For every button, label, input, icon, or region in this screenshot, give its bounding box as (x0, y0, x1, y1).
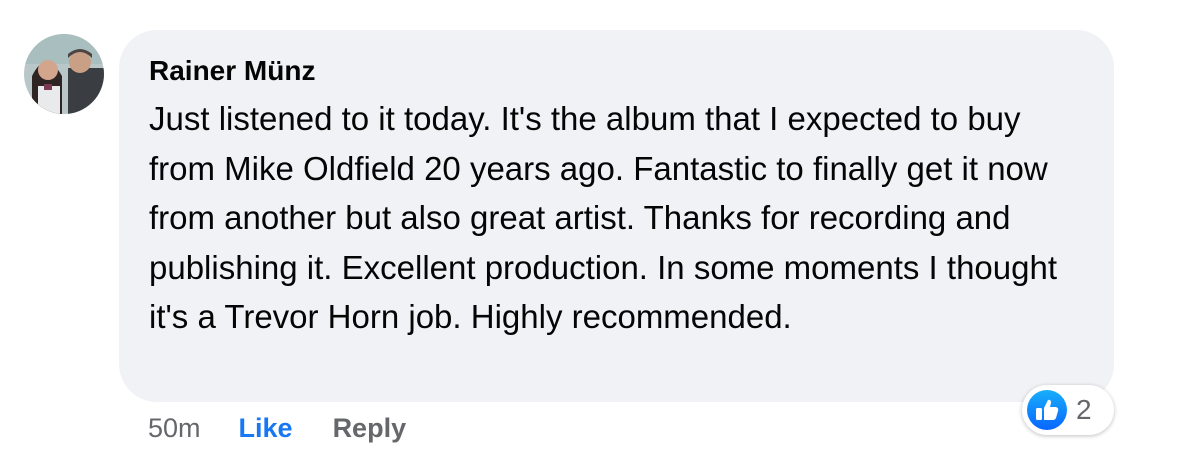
reply-button[interactable]: Reply (333, 410, 407, 446)
comment-timestamp[interactable]: 50m (148, 410, 201, 446)
thumbs-up-icon (1027, 390, 1067, 430)
comment-actions: 50m Like Reply (148, 410, 406, 446)
like-button[interactable]: Like (239, 410, 293, 446)
comment-text: Just listened to it today. It's the albu… (149, 100, 1057, 335)
profile-photo (24, 34, 104, 114)
reaction-count: 2 (1076, 394, 1092, 425)
comment-author[interactable]: Rainer Münz (149, 54, 1084, 88)
avatar[interactable] (24, 34, 104, 114)
comment-bubble: Rainer Münz Just listened to it today. I… (119, 30, 1114, 402)
reaction-summary[interactable]: 2 (1022, 385, 1114, 435)
